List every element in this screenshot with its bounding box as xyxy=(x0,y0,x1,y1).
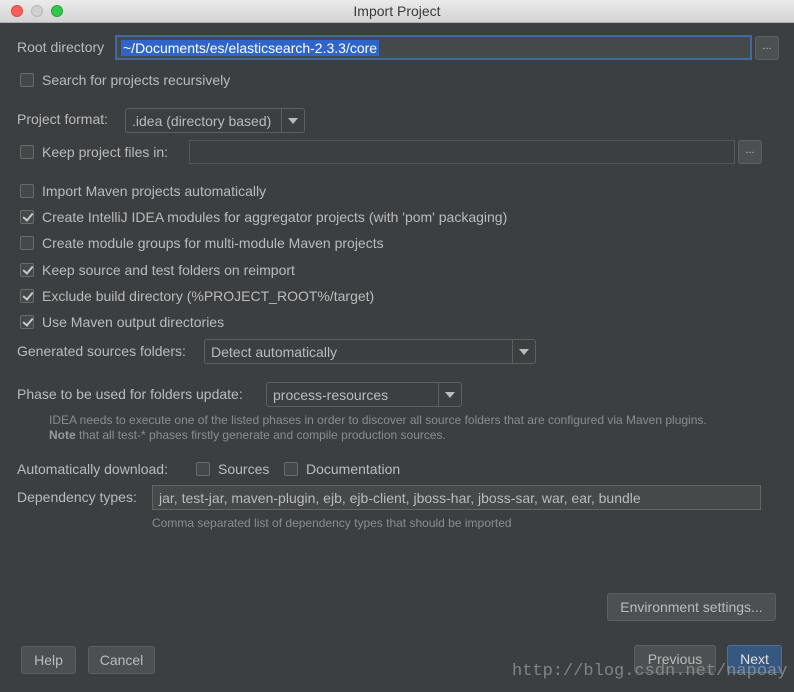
create-aggregator-modules-checkbox[interactable] xyxy=(20,210,34,224)
download-documentation-option[interactable]: Documentation xyxy=(284,459,400,479)
dependency-types-input[interactable]: jar, test-jar, maven-plugin, ejb, ejb-cl… xyxy=(152,485,761,510)
root-directory-value: ~/Documents/es/elasticsearch-2.3.3/core xyxy=(121,40,380,56)
download-documentation-checkbox[interactable] xyxy=(284,462,298,476)
keep-source-test-folders-checkbox[interactable] xyxy=(20,263,34,277)
search-recursively-checkbox[interactable] xyxy=(20,73,34,87)
download-sources-label: Sources xyxy=(218,461,270,477)
environment-settings-button[interactable]: Environment settings... xyxy=(607,593,776,621)
download-documentation-label: Documentation xyxy=(306,461,401,477)
dependency-types-hint: Comma separated list of dependency types… xyxy=(152,516,512,530)
title-bar: Import Project xyxy=(0,0,794,23)
chevron-down-icon xyxy=(512,340,535,363)
keep-project-files-option[interactable]: Keep project files in: xyxy=(20,142,168,162)
cancel-button[interactable]: Cancel xyxy=(88,646,155,674)
option-label: Exclude build directory (%PROJECT_ROOT%/… xyxy=(42,288,375,304)
root-directory-label: Root directory xyxy=(17,39,105,55)
exclude-build-directory-checkbox[interactable] xyxy=(20,289,34,303)
phase-hint-line2: Note that all test-* phases firstly gene… xyxy=(49,428,446,442)
dependency-types-label: Dependency types: xyxy=(17,489,137,505)
keep-project-files-checkbox[interactable] xyxy=(20,145,34,159)
import-maven-auto-checkbox[interactable] xyxy=(20,184,34,198)
option-create-module-groups[interactable]: Create module groups for multi-module Ma… xyxy=(20,233,384,253)
option-label: Create IntelliJ IDEA modules for aggrega… xyxy=(42,209,508,225)
auto-download-label: Automatically download: xyxy=(17,461,168,477)
option-import-maven-auto[interactable]: Import Maven projects automatically xyxy=(20,181,266,201)
phase-value: process-resources xyxy=(273,387,389,403)
option-label: Create module groups for multi-module Ma… xyxy=(42,235,384,251)
create-module-groups-checkbox[interactable] xyxy=(20,236,34,250)
watermark-text: http://blog.csdn.net/napoay xyxy=(512,662,788,681)
download-sources-option[interactable]: Sources xyxy=(196,459,269,479)
option-label: Use Maven output directories xyxy=(42,314,225,330)
keep-project-files-browse-button[interactable]: ... xyxy=(738,140,762,164)
phase-label: Phase to be used for folders update: xyxy=(17,386,243,402)
use-maven-output-dirs-checkbox[interactable] xyxy=(20,315,34,329)
search-recursively-label: Search for projects recursively xyxy=(42,72,231,88)
option-create-aggregator-modules[interactable]: Create IntelliJ IDEA modules for aggrega… xyxy=(20,207,507,227)
option-label: Import Maven projects automatically xyxy=(42,183,267,199)
project-format-dropdown[interactable]: .idea (directory based) xyxy=(125,108,305,133)
option-exclude-build-directory[interactable]: Exclude build directory (%PROJECT_ROOT%/… xyxy=(20,286,374,306)
option-use-maven-output-dirs[interactable]: Use Maven output directories xyxy=(20,312,224,332)
generated-sources-label: Generated sources folders: xyxy=(17,343,186,359)
search-recursively-option[interactable]: Search for projects recursively xyxy=(20,70,230,90)
option-keep-source-test-folders[interactable]: Keep source and test folders on reimport xyxy=(20,260,295,280)
phase-hint-note: Note xyxy=(49,428,76,442)
phase-hint-line1: IDEA needs to execute one of the listed … xyxy=(49,413,707,427)
keep-project-files-input[interactable] xyxy=(189,140,735,164)
generated-sources-dropdown[interactable]: Detect automatically xyxy=(204,339,536,364)
download-sources-checkbox[interactable] xyxy=(196,462,210,476)
project-format-label: Project format: xyxy=(17,111,109,127)
phase-dropdown[interactable]: process-resources xyxy=(266,382,462,407)
root-directory-browse-button[interactable]: ... xyxy=(755,36,779,60)
phase-hint-rest: that all test-* phases firstly generate … xyxy=(75,428,446,442)
generated-sources-value: Detect automatically xyxy=(211,344,338,360)
chevron-down-icon xyxy=(281,109,304,132)
chevron-down-icon xyxy=(438,383,461,406)
project-format-value: .idea (directory based) xyxy=(132,113,272,129)
option-label: Keep source and test folders on reimport xyxy=(42,262,295,278)
help-button[interactable]: Help xyxy=(21,646,76,674)
root-directory-input[interactable]: ~/Documents/es/elasticsearch-2.3.3/core xyxy=(115,35,752,60)
window-title: Import Project xyxy=(353,3,441,19)
keep-project-files-label: Keep project files in: xyxy=(42,144,169,160)
